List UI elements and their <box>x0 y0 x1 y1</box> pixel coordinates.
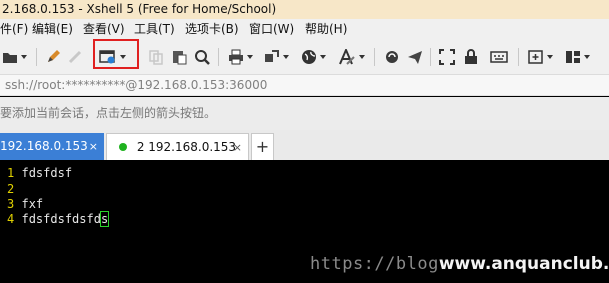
toolbar-separator <box>430 48 431 66</box>
tab-label: 192.168.0.153 <box>0 139 88 153</box>
text-cursor: s <box>99 211 110 227</box>
menu-file[interactable]: 件(F) <box>0 19 28 40</box>
tab-label: 2 192.168.0.153 <box>136 140 237 154</box>
session-hint: 要添加当前会话，点击左侧的箭头按钮。 <box>0 97 609 130</box>
menu-edit[interactable]: 编辑(E) <box>32 19 73 40</box>
menu-bar: 件(F) 编辑(E) 查看(V) 工具(T) 选项卡(B) 窗口(W) 帮助(H… <box>0 19 609 40</box>
toolbar-separator <box>36 48 37 66</box>
print-icon[interactable] <box>228 46 253 68</box>
line-number: 1 <box>7 166 15 180</box>
copy-icon[interactable] <box>148 46 164 68</box>
menu-view[interactable]: 查看(V) <box>83 19 125 40</box>
terminal-line: 3 fxf <box>7 196 43 212</box>
line-text: fdsfdsf <box>21 166 73 180</box>
toolbar-separator <box>218 48 219 66</box>
add-tab-button[interactable]: + <box>251 133 274 160</box>
watermark: https://blogwww.anquanclub.cn <box>310 254 609 274</box>
menu-tools[interactable]: 工具(T) <box>134 19 175 40</box>
keyboard-icon[interactable] <box>490 46 508 68</box>
xftp-icon[interactable] <box>384 46 400 68</box>
globe-icon[interactable] <box>301 46 326 68</box>
menu-window[interactable]: 窗口(W) <box>249 19 294 40</box>
toolbar-separator <box>518 48 519 66</box>
tab-session-1[interactable]: 192.168.0.153 × <box>0 133 104 160</box>
toolbar-separator <box>374 48 375 66</box>
send-icon[interactable] <box>407 46 423 68</box>
window-title: 2.168.0.153 - Xshell 5 (Free for Home/Sc… <box>0 0 609 19</box>
find-icon[interactable] <box>194 46 210 68</box>
line-text: fdsfdsfdsfd <box>21 212 101 226</box>
line-number: 2 <box>7 182 15 196</box>
open-folder-icon[interactable] <box>2 46 27 68</box>
menu-tab[interactable]: 选项卡(B) <box>185 19 239 40</box>
line-number: 3 <box>7 197 15 211</box>
tab-close-icon[interactable]: × <box>233 134 242 161</box>
tab-session-2[interactable]: 2 192.168.0.153 × <box>106 133 249 160</box>
terminal-line: 4 fdsfdsfdsfds <box>7 211 110 227</box>
toolbar <box>0 40 609 75</box>
terminal-line: 1 fdsfdsf <box>7 165 72 181</box>
full-screen-icon[interactable] <box>439 46 455 68</box>
tab-close-icon[interactable]: × <box>89 133 98 160</box>
disconnect-icon[interactable] <box>67 46 83 68</box>
terminal-line: 2 <box>7 181 21 197</box>
new-tab-icon[interactable] <box>528 46 553 68</box>
font-icon[interactable] <box>338 46 365 68</box>
connected-status-icon <box>119 142 127 151</box>
tab-strip: 192.168.0.153 × 2 192.168.0.153 × + <box>0 130 609 160</box>
line-number: 4 <box>7 212 15 226</box>
line-text: fxf <box>21 197 44 211</box>
pencil-icon[interactable] <box>45 46 61 68</box>
session-properties-highlight <box>93 39 139 69</box>
paste-icon[interactable] <box>171 46 187 68</box>
menu-help[interactable]: 帮助(H) <box>305 19 347 40</box>
transfer-icon[interactable] <box>264 46 289 68</box>
lock-icon[interactable] <box>463 46 479 68</box>
address-bar[interactable]: ssh://root:**********@192.168.0.153:3600… <box>0 75 609 96</box>
layout-icon[interactable] <box>565 46 590 68</box>
